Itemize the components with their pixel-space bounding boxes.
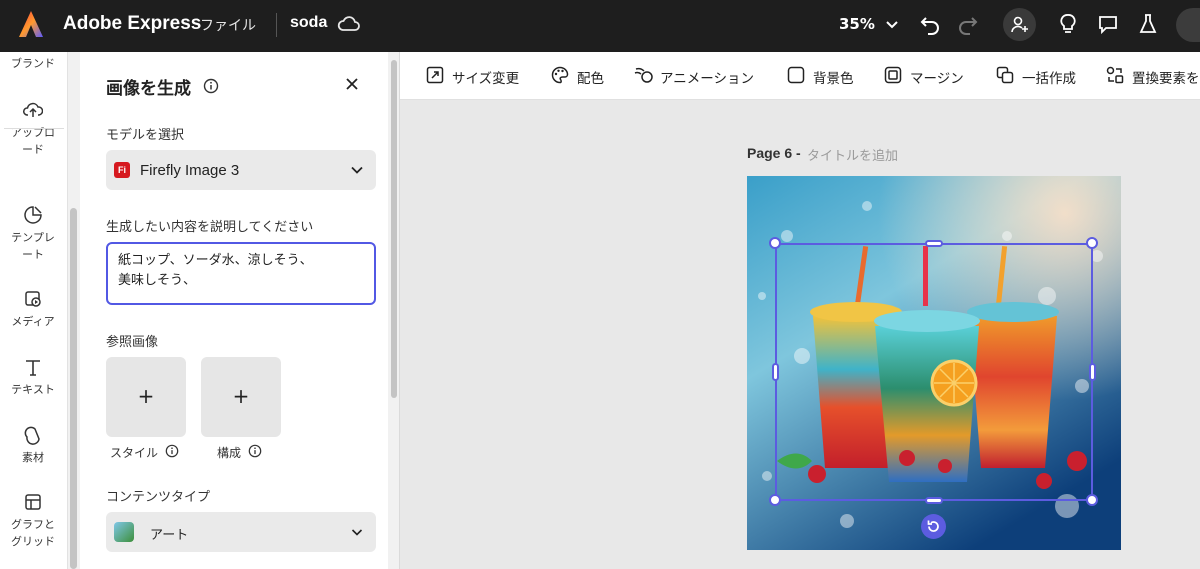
batch-create-label: 一括作成 [1022,71,1076,87]
style-caption: スタイル [110,446,159,460]
rail-item-elements[interactable]: 素材 [0,425,66,466]
page-label: Page 6 - [747,145,801,161]
content-type-value: アート [150,527,189,542]
rail-item-label: アップロード [11,126,55,156]
replace-icon [1106,66,1124,84]
panel-scrollbar-thumb[interactable] [391,60,397,398]
animation-icon [634,67,653,83]
prompt-label: 生成したい内容を説明してください [106,220,314,235]
content-type-label: コンテンツタイプ [106,490,211,505]
chevron-down-icon [351,166,363,174]
undo-icon[interactable] [918,12,942,36]
margin-icon [884,66,902,84]
panel-title: 画像を生成 [106,79,191,99]
resize-icon [426,66,444,84]
generate-image-panel: 画像を生成 モデルを選択 Fi Firefly Image 3 生成したい内容を… [80,52,388,569]
close-icon[interactable] [342,74,362,94]
elements-icon [24,426,40,445]
resize-handle-bottom-right[interactable] [1086,494,1098,506]
rail-item-label: テキスト [11,383,55,396]
app-name: Adobe Express [63,13,202,34]
rail-item-label: ブランド [11,57,55,70]
batch-icon [996,66,1014,84]
selection-box[interactable] [775,243,1093,501]
document-name[interactable]: soda [290,14,327,32]
resize-handle-left[interactable] [772,363,779,381]
page-title-input[interactable]: タイトルを追加 [807,145,898,164]
cloud-icon[interactable] [337,13,361,35]
grid-icon [25,494,41,510]
redo-icon[interactable] [956,12,980,36]
divider [276,13,277,37]
rotate-handle[interactable] [921,514,946,539]
invite-button[interactable] [1003,8,1036,41]
firefly-logo-icon: Fi [114,162,130,178]
art-thumbnail-icon [114,522,134,542]
model-label: モデルを選択 [106,128,185,143]
text-icon [26,360,40,376]
resize-handle-top-left[interactable] [769,237,781,249]
comment-icon[interactable] [1096,12,1120,36]
resize-handle-top-right[interactable] [1086,237,1098,249]
rail-item-templates[interactable]: テンプレート [0,205,66,263]
share-button[interactable] [1176,8,1200,42]
adobe-express-logo[interactable] [18,10,44,38]
color-label: 配色 [577,71,604,87]
rail-item-text[interactable]: テキスト [0,357,66,398]
rail-item-media[interactable]: メディア [0,289,66,330]
composition-reference-upload[interactable]: + [201,357,281,437]
top-bar: Adobe Express ファイル soda 35% [0,0,1200,52]
rail-item-label: メディア [11,315,55,328]
rail-item-upload[interactable]: アップロード [0,100,66,158]
rail-item-label: グラフとグリッド [11,518,55,548]
template-icon [24,206,42,224]
animation-label: アニメーション [660,71,754,87]
replace-elements-label: 置換要素を [1132,71,1200,87]
chevron-down-icon[interactable] [880,12,904,36]
flask-icon[interactable] [1136,12,1160,36]
file-menu[interactable]: ファイル [200,15,256,35]
checkbox-icon [787,66,805,84]
model-select-value: Firefly Image 3 [140,162,240,179]
rail-divider [4,128,64,129]
reference-image-label: 参照画像 [106,335,159,350]
info-icon[interactable] [248,444,262,458]
rail-item-grid[interactable]: グラフとグリッド [0,492,66,550]
prompt-textarea[interactable]: 紙コップ、ソーダ水、涼しそう、 美味しそう、 [106,242,376,305]
lightbulb-icon[interactable] [1056,12,1080,36]
rail-item-label: テンプレート [11,231,55,261]
resize-handle-right[interactable] [1089,363,1096,381]
resize-handle-top[interactable] [925,240,943,247]
margin-label: マージン [910,71,964,87]
add-user-icon [1011,16,1028,33]
rail-scrollbar-thumb[interactable] [70,208,77,569]
rail-item-label: 素材 [22,451,44,464]
content-type-select[interactable]: アート [106,512,376,552]
rotate-icon [927,520,939,532]
info-icon[interactable] [203,78,219,94]
palette-icon [551,66,569,84]
composition-caption: 構成 [217,446,242,460]
resize-label: サイズ変更 [452,71,520,87]
style-reference-upload[interactable]: + [106,357,186,437]
zoom-level[interactable]: 35% [839,15,875,33]
model-select[interactable]: Fi Firefly Image 3 [106,150,376,190]
rail-item-brand[interactable]: ブランド [0,55,66,72]
resize-handle-bottom[interactable] [925,497,943,504]
resize-handle-bottom-left[interactable] [769,494,781,506]
background-color-label: 背景色 [813,71,854,87]
info-icon[interactable] [165,444,179,458]
media-icon [25,291,41,307]
canvas-toolbar: サイズ変更 配色 アニメーション 背景色 マージン 一括作成 置換要素を [400,52,1200,100]
upload-icon [23,102,43,117]
chevron-down-icon [351,529,363,536]
